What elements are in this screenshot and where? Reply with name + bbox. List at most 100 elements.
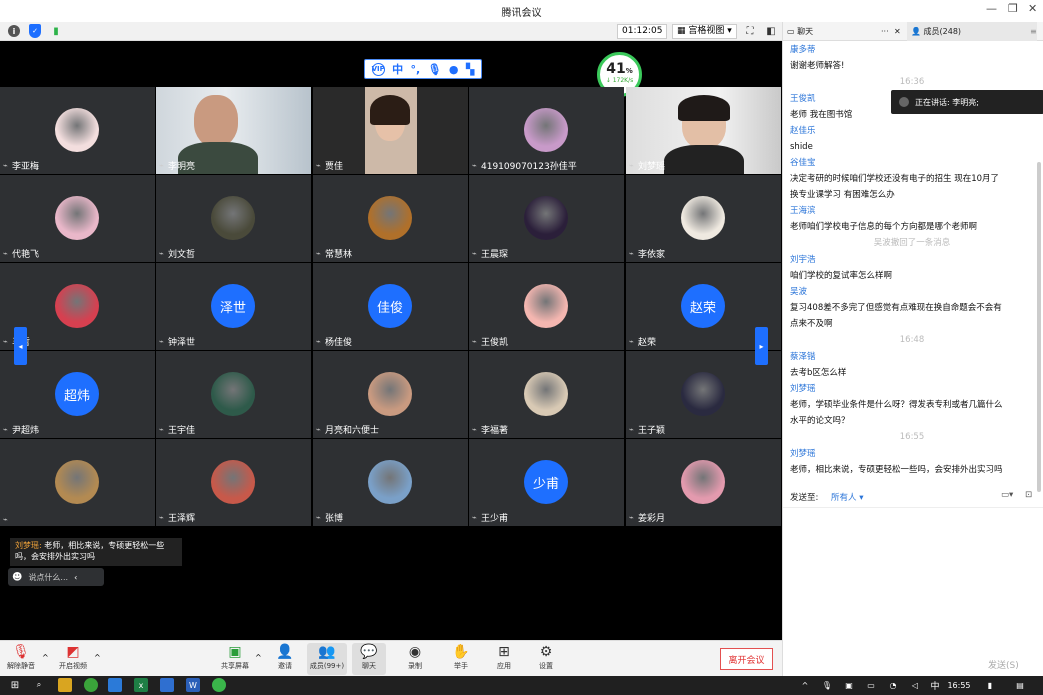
dots-icon[interactable]: °, [410,63,420,76]
participant-tile[interactable]: ⌁ 李依家 [626,175,781,262]
participant-tile[interactable]: ⌁ 李亚梅 [0,87,155,174]
record-button[interactable]: ◉ 录制 [398,643,432,675]
raise-hand-button[interactable]: ✋ 举手 [444,643,478,675]
participant-name-row: ⌁ 赵荣 [629,335,656,348]
participant-name: 李明亮 [168,162,196,172]
shield-icon[interactable]: ✓ [29,24,41,38]
person-icon[interactable]: ● [449,63,459,76]
tray-chevron-icon[interactable]: ^ [798,678,812,692]
wechat-icon[interactable] [212,678,226,692]
participant-tile[interactable]: ⌁ 月亮和六便士 [313,351,468,438]
invite-icon: 👤 [276,644,294,660]
participant-tile[interactable]: 泽世 ⌁ 钟泽世 [156,263,311,350]
tab-chat[interactable]: ▭ 聊天 [787,22,813,41]
participant-tile[interactable]: ⌁ 张博 [313,439,468,526]
settings-button[interactable]: ⚙ 设置 [529,643,563,675]
start-video-button[interactable]: ◩ 开启视频 [56,643,90,675]
record-label: 录制 [408,662,422,670]
chat-scrollbar[interactable] [1037,162,1041,492]
participant-tile[interactable]: ⌁ 贾佳 [313,87,468,174]
participant-name: 贾佳 [325,162,344,172]
close-chat-icon[interactable]: ✕ [894,22,901,41]
prev-page-button[interactable]: ◂ [14,327,27,365]
participant-tile[interactable]: ⌁ 王泽辉 [156,439,311,526]
mic-muted-icon: ⌁ [316,425,321,434]
participant-tile[interactable]: ⌁ [0,439,155,526]
app-icon[interactable] [108,678,122,692]
search-icon[interactable]: ⌕ [32,678,46,692]
menu-icon[interactable]: ≡ [1030,22,1037,41]
floating-toolbar: VIP 中 °, 🎙 ● ▚ [364,59,482,79]
participant-name: 李亚梅 [12,162,40,172]
participant-tile[interactable]: ⌁ 刘梦瑶 [626,87,781,174]
close-icon[interactable]: ✕ [1028,2,1037,15]
mic-options-icon[interactable]: ^ [42,653,49,662]
participant-name: 刘文哲 [168,250,196,260]
participant-tile[interactable]: 少甫 ⌁ 王少甫 [469,439,624,526]
mic-icon[interactable]: 🎙 [428,63,442,76]
windows-start-icon[interactable]: ⊞ [8,678,22,692]
fullscreen-icon[interactable]: ⛶ [744,25,756,37]
participant-tile[interactable]: ⌁ 李明亮 [156,87,311,174]
chat-button[interactable]: 💬 聊天 [352,643,386,675]
share-screen-label: 共享屏幕 [221,662,249,670]
participant-name-row: ⌁ 张博 [316,511,343,524]
participant-tile[interactable]: ⌁ 王俊凯 [469,263,624,350]
mic-muted-icon: ⌁ [472,513,477,522]
signal-icon[interactable]: ▮ [50,25,62,37]
volume-icon[interactable]: ◁ [908,678,922,692]
tray-mic-icon[interactable]: 🎙 [820,678,834,692]
members-button[interactable]: 👥 成员(99+) [307,643,347,675]
language-button[interactable]: 中 [392,61,403,77]
participant-tile[interactable]: 佳俊 ⌁ 杨佳俊 [313,263,468,350]
video-options-icon[interactable]: ^ [94,653,101,662]
meeting-app-icon[interactable] [160,678,174,692]
invite-button[interactable]: 👤 邀请 [268,643,302,675]
ime-mode-icon[interactable]: ▮ [983,678,997,692]
participant-tile[interactable]: ⌁ 王宇佳 [156,351,311,438]
participant-avatar [368,196,412,240]
participant-tile[interactable]: ⌁ 姜彩月 [626,439,781,526]
battery-icon[interactable]: ▭ [864,678,878,692]
browser-icon[interactable] [84,678,98,692]
sidebar-toggle-icon[interactable]: ◧ [765,25,777,37]
chevron-left-icon[interactable]: ‹ [74,573,77,582]
leave-meeting-button[interactable]: 离开会议 [720,648,773,670]
info-icon[interactable]: i [8,25,20,37]
send-button[interactable]: 发送(S) [988,658,1019,671]
maximize-icon[interactable]: ❐ [1008,2,1018,15]
word-icon[interactable]: W [186,678,200,692]
share-screen-button[interactable]: ▣ 共享屏幕 [218,643,252,675]
apps-button[interactable]: ⊞ 应用 [487,643,521,675]
participant-tile[interactable]: ⌁ 王晨琛 [469,175,624,262]
participant-avatar [681,460,725,504]
emoji-icon[interactable]: ☻ [12,572,22,583]
participant-tile[interactable]: ⌁ 419109070123孙佳平 [469,87,624,174]
quick-chat-input[interactable]: ☻ 说点什么... ‹ [8,568,104,586]
screenshot-icon[interactable]: ⊡ [1025,490,1032,500]
participant-name-row: ⌁ 杨佳俊 [316,335,352,348]
minimize-icon[interactable]: — [986,2,997,15]
grid-view-dropdown[interactable]: ▦ 宫格视图 ▾ [672,24,737,39]
tab-members[interactable]: 👤 成员(248) [907,22,1037,41]
tray-app-icon[interactable]: ▣ [842,678,856,692]
share-options-icon[interactable]: ^ [255,653,262,662]
participant-tile[interactable]: ⌁ 代艳飞 [0,175,155,262]
send-to-dropdown[interactable]: 所有人 ▾ [831,491,863,503]
participant-tile[interactable]: ⌁ 李福著 [469,351,624,438]
notification-icon[interactable]: ▤ [1013,678,1027,692]
clock[interactable]: 16:55 [945,678,973,692]
members-label: 成员(99+) [309,662,345,670]
participant-tile[interactable]: ⌁ 常慧林 [313,175,468,262]
participant-tile[interactable]: ⌁ 刘文哲 [156,175,311,262]
unmute-button[interactable]: 🎙 解除静音 [4,643,38,675]
wifi-icon[interactable]: ◔ [886,678,900,692]
more-icon[interactable]: ··· [881,22,889,41]
file-explorer-icon[interactable] [58,678,72,692]
ime-indicator[interactable]: 中 [928,678,942,692]
file-icon[interactable]: ▭▾ [1001,490,1013,500]
excel-icon[interactable]: x [134,678,148,692]
apps-icon[interactable]: ▚ [466,63,474,76]
vip-icon[interactable]: VIP [372,62,385,76]
next-page-button[interactable]: ▸ [755,327,768,365]
